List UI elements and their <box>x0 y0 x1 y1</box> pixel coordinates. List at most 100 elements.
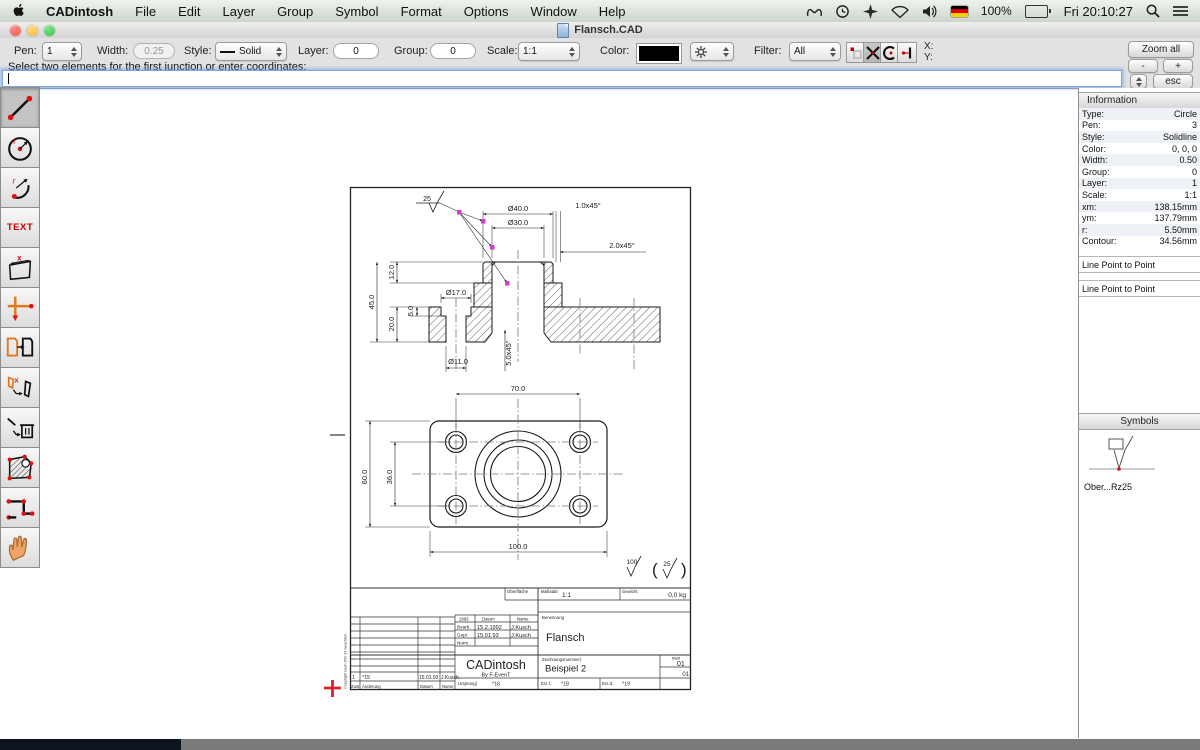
titleblock-label: Zust. <box>351 684 361 689</box>
selection-handle[interactable] <box>490 245 495 250</box>
menu-help[interactable]: Help <box>588 4 637 19</box>
surface-symbol-preview[interactable] <box>1089 434 1159 480</box>
dock-edge <box>0 739 1200 750</box>
tool-ortho[interactable] <box>0 287 40 328</box>
snap-endpoint-button[interactable] <box>897 42 917 63</box>
filter-select[interactable]: All <box>789 42 841 61</box>
text-tool-label: TEXT <box>7 222 33 233</box>
dim-label: 70.0 <box>511 384 526 393</box>
menu-file[interactable]: File <box>124 4 167 19</box>
pen-settings-select[interactable] <box>690 42 734 61</box>
dim-label: 45.0 <box>367 295 376 310</box>
pen-label: Pen: <box>14 45 37 57</box>
drawing-frame <box>351 188 691 690</box>
navigation-icon[interactable] <box>863 4 878 19</box>
titleblock-value: 1 <box>352 675 355 681</box>
menu-symbol[interactable]: Symbol <box>324 4 389 19</box>
menu-app[interactable]: CADintosh <box>35 4 124 19</box>
info-row: Width:0.50 <box>1079 154 1200 166</box>
command-input[interactable] <box>2 70 1122 87</box>
menu-clock[interactable]: Fri 20:10:27 <box>1064 4 1133 19</box>
selection-handle[interactable] <box>457 210 462 215</box>
dim-label: 60.0 <box>360 470 369 485</box>
drawing-canvas[interactable]: Ø40.0 1.0x45° Ø30.0 2.0x45° 12.0 45.0 20… <box>42 88 1078 738</box>
battery-icon <box>1025 5 1051 18</box>
color-swatch[interactable] <box>636 43 682 64</box>
titleblock-value: 1:1 <box>562 592 571 599</box>
snap-grid-icon <box>849 46 863 60</box>
layer-field[interactable]: 0 <box>333 43 379 59</box>
app-name: CADintosh <box>466 658 526 672</box>
titleblock-value: ^15 <box>362 675 370 681</box>
info-row: Style:Solidline <box>1079 131 1200 143</box>
apple-menu[interactable] <box>0 2 35 20</box>
menu-layer[interactable]: Layer <box>212 4 267 19</box>
info-entry[interactable]: Line Point to Point <box>1079 282 1200 295</box>
svg-text:): ) <box>681 560 687 579</box>
zoom-in-button[interactable]: + <box>1163 59 1193 73</box>
tool-line[interactable] <box>0 87 40 128</box>
style-select[interactable]: Solid <box>215 42 287 61</box>
screen: CADintosh File Edit Layer Group Symbol F… <box>0 0 1200 750</box>
symbol-label[interactable]: Ober...Rz25 <box>1084 482 1132 492</box>
titleblock-label: Datum <box>420 684 433 689</box>
history-stepper[interactable] <box>1130 74 1147 89</box>
info-row: Pen:3 <box>1079 120 1200 132</box>
information-rows: Type:Circle Pen:3 Style:Solidline Color:… <box>1079 108 1200 247</box>
time-machine-icon[interactable] <box>835 4 850 19</box>
menu-window[interactable]: Window <box>520 4 588 19</box>
menu-edit[interactable]: Edit <box>167 4 211 19</box>
tool-copy[interactable] <box>0 327 40 368</box>
zoom-out-button[interactable]: - <box>1128 59 1158 73</box>
group-field[interactable]: 0 <box>430 43 476 59</box>
style-label: Style: <box>184 45 212 57</box>
tool-modify[interactable]: x <box>0 367 40 408</box>
volume-icon[interactable] <box>922 5 938 18</box>
modify-tool-icon: x <box>4 372 36 404</box>
window-title-bar[interactable]: Flansch.CAD <box>0 22 1200 39</box>
scale-select[interactable]: 1:1 <box>518 42 580 61</box>
titleblock-label: Norm. <box>457 641 470 646</box>
color-label: Color: <box>600 45 629 57</box>
apple-icon <box>11 2 24 17</box>
wifi-icon[interactable] <box>891 5 909 18</box>
tool-circle[interactable]: r <box>0 127 40 168</box>
zoom-all-button[interactable]: Zoom all <box>1128 41 1194 58</box>
tool-arc[interactable]: r <box>0 167 40 208</box>
dim-label: Ø30.0 <box>508 218 528 227</box>
plan-view: 70.0 60.0 36.0 100.0 <box>360 384 624 560</box>
sheet-number: 01 <box>682 672 689 678</box>
titleblock-label: Ursprung) <box>458 681 478 686</box>
text-caret <box>8 73 9 84</box>
dim-label: 36.0 <box>385 470 394 485</box>
symbols-panel-header[interactable]: Symbols <box>1079 413 1200 430</box>
selection-leaders[interactable] <box>440 203 510 286</box>
tool-delete[interactable] <box>0 407 40 448</box>
dim-label: Ø40.0 <box>508 204 528 213</box>
info-row: r:5.50mm <box>1079 224 1200 236</box>
arc-tool-icon: r <box>4 172 36 204</box>
menu-format[interactable]: Format <box>390 4 453 19</box>
info-row: Scale:1:1 <box>1079 189 1200 201</box>
esc-button[interactable]: esc <box>1153 74 1193 89</box>
tool-hatch[interactable] <box>0 447 40 488</box>
notification-center-icon[interactable] <box>1173 5 1188 17</box>
pen-select[interactable]: 1 <box>42 42 82 61</box>
tool-pan[interactable] <box>0 527 40 568</box>
width-field[interactable]: 0.25 <box>133 43 175 59</box>
menu-group[interactable]: Group <box>266 4 324 19</box>
tool-dimension[interactable]: x <box>0 247 40 288</box>
titleblock-label: Datum <box>482 617 495 622</box>
tool-polyline[interactable] <box>0 487 40 528</box>
selection-handle[interactable] <box>481 219 486 224</box>
keyboard-layout-flag-icon[interactable] <box>951 6 968 17</box>
phone-icon[interactable] <box>806 4 822 18</box>
information-panel-header[interactable]: Information <box>1079 92 1200 109</box>
titleblock-label: 1993 <box>459 617 469 622</box>
spotlight-icon[interactable] <box>1146 4 1160 18</box>
menu-options[interactable]: Options <box>453 4 520 19</box>
layer-label: Layer: <box>298 45 329 57</box>
tool-text[interactable]: TEXT <box>0 207 40 248</box>
info-entry[interactable]: Line Point to Point <box>1079 258 1200 271</box>
selection-handle[interactable] <box>505 281 510 286</box>
